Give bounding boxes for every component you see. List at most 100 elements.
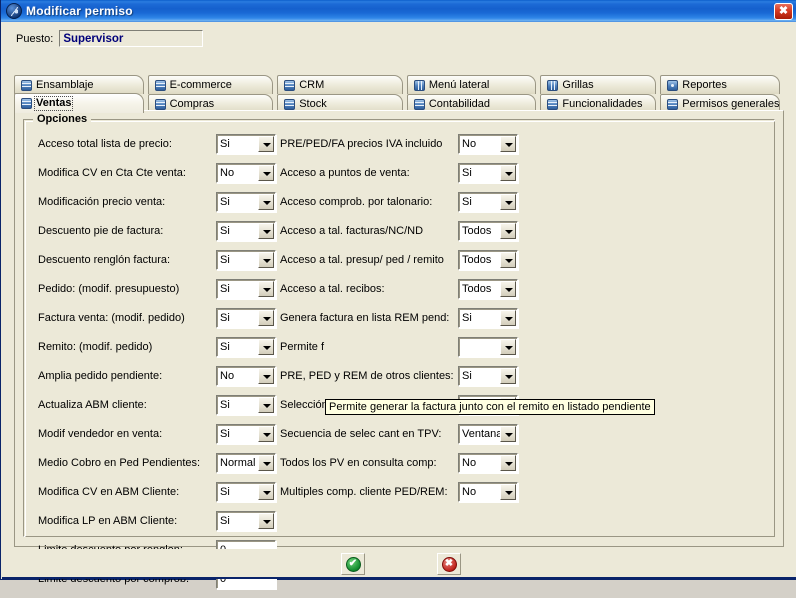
tab-ensamblaje[interactable]: Ensamblaje bbox=[14, 75, 144, 94]
combo-secuencia-de-selec-cant-en-tpv[interactable]: Ventana bbox=[458, 424, 518, 444]
chevron-down-icon[interactable] bbox=[258, 426, 274, 442]
tab-label: Ventas bbox=[33, 96, 74, 111]
combo-value: Si bbox=[220, 283, 230, 295]
combo-todos-los-pv-en-consulta-comp[interactable]: No bbox=[458, 453, 518, 473]
combo-modifica-cv-en-cta-cte-venta[interactable]: No bbox=[216, 163, 276, 183]
combo-modifica-cv-en-abm-cliente[interactable]: Si bbox=[216, 482, 276, 502]
chevron-down-icon[interactable] bbox=[500, 136, 516, 152]
tab-label: E-commerce bbox=[169, 78, 232, 91]
combo-acceso-total-lista-de-precio[interactable]: Si bbox=[216, 134, 276, 154]
accept-button[interactable]: ✔ bbox=[341, 553, 365, 575]
option-row: Modif vendedor en venta: Si bbox=[38, 424, 288, 453]
chevron-down-icon[interactable] bbox=[500, 165, 516, 181]
chevron-down-icon[interactable] bbox=[500, 194, 516, 210]
combo-remito-modif-pedido[interactable]: Si bbox=[216, 337, 276, 357]
combo-modificaci-n-precio-venta[interactable]: Si bbox=[216, 192, 276, 212]
tab-label: Compras bbox=[169, 97, 215, 110]
close-icon[interactable]: ✖ bbox=[774, 2, 793, 20]
chevron-down-icon[interactable] bbox=[258, 194, 274, 210]
combo-genera-factura-en-lista-rem-pend[interactable]: Si bbox=[458, 308, 518, 328]
check-circle-icon: ✔ bbox=[345, 556, 361, 572]
tab-ventas[interactable]: Ventas bbox=[14, 93, 144, 113]
combo-multiples-comp-cliente-ped-rem[interactable]: No bbox=[458, 482, 518, 502]
option-row: Modificación precio venta: Si bbox=[38, 192, 288, 221]
combo-value: No bbox=[220, 370, 235, 382]
chevron-down-icon[interactable] bbox=[258, 513, 274, 529]
chevron-down-icon[interactable] bbox=[500, 426, 516, 442]
combo-medio-cobro-en-ped-pendientes[interactable]: Normal bbox=[216, 453, 276, 473]
groupbox-title: Opciones bbox=[33, 113, 92, 125]
tab-men-lateral[interactable]: Menú lateral bbox=[406, 75, 537, 94]
chevron-down-icon[interactable] bbox=[258, 368, 274, 384]
tab-e-commerce[interactable]: E-commerce bbox=[147, 75, 274, 94]
chevron-down-icon[interactable] bbox=[258, 484, 274, 500]
combo-descuento-pie-de-factura[interactable]: Si bbox=[216, 221, 276, 241]
option-row: PRE, PED y REM de otros clientes: Si bbox=[280, 366, 530, 395]
chevron-down-icon[interactable] bbox=[258, 310, 274, 326]
option-row: Acceso a tal. facturas/NC/ND Todos bbox=[280, 221, 530, 250]
combo-acceso-a-tal-recibos[interactable]: Todos bbox=[458, 279, 518, 299]
chevron-down-icon[interactable] bbox=[258, 223, 274, 239]
chevron-down-icon[interactable] bbox=[258, 397, 274, 413]
cancel-button[interactable]: ✖ bbox=[437, 553, 461, 575]
combo-pre-ped-y-rem-de-otros-clientes[interactable]: Si bbox=[458, 366, 518, 386]
tab-label: Permisos generales bbox=[682, 97, 780, 110]
tab-reportes[interactable]: Reportes bbox=[660, 75, 781, 94]
combo-acceso-a-tal-facturas-nc-nd[interactable]: Todos bbox=[458, 221, 518, 241]
combo-value: Si bbox=[220, 196, 230, 208]
chevron-down-icon[interactable] bbox=[258, 281, 274, 297]
combo-value: Si bbox=[462, 167, 472, 179]
modificar-permiso-window: Modificar permiso ✖ Puesto: Supervisor E… bbox=[0, 0, 796, 589]
combo-descuento-rengl-n-factura[interactable]: Si bbox=[216, 250, 276, 270]
dialog-button-bar: ✔ ✖ bbox=[2, 549, 796, 579]
option-label: Acceso a tal. facturas/NC/ND bbox=[280, 225, 424, 237]
combo-value: No bbox=[462, 138, 477, 150]
tab-grillas[interactable]: Grillas bbox=[540, 75, 657, 94]
option-label: Modificación precio venta: bbox=[38, 196, 166, 208]
tab-label: Ensamblaje bbox=[36, 78, 94, 91]
chevron-down-icon[interactable] bbox=[258, 339, 274, 355]
combo-pedido-modif-presupuesto[interactable]: Si bbox=[216, 279, 276, 299]
chevron-down-icon[interactable] bbox=[500, 310, 516, 326]
window-bottom-edge bbox=[2, 577, 796, 579]
combo-permite-f[interactable] bbox=[458, 337, 518, 357]
tab-crm[interactable]: CRM bbox=[277, 75, 403, 94]
tab-icon-lines-h bbox=[154, 79, 166, 91]
option-row: PRE/PED/FA precios IVA incluido No bbox=[280, 134, 530, 163]
tab-label: Stock bbox=[299, 97, 327, 110]
chevron-down-icon[interactable] bbox=[500, 223, 516, 239]
combo-actualiza-abm-cliente[interactable]: Si bbox=[216, 395, 276, 415]
chevron-down-icon[interactable] bbox=[500, 339, 516, 355]
chevron-down-icon[interactable] bbox=[258, 136, 274, 152]
combo-modifica-lp-en-abm-cliente[interactable]: Si bbox=[216, 511, 276, 531]
option-row: Descuento pie de factura: Si bbox=[38, 221, 288, 250]
chevron-down-icon[interactable] bbox=[258, 455, 274, 471]
combo-value: Si bbox=[220, 254, 230, 266]
combo-acceso-a-puntos-de-venta[interactable]: Si bbox=[458, 163, 518, 183]
combo-amplia-pedido-pendiente[interactable]: No bbox=[216, 366, 276, 386]
cancel-circle-icon: ✖ bbox=[441, 556, 457, 572]
chevron-down-icon[interactable] bbox=[500, 484, 516, 500]
combo-pre-ped-fa-precios-iva-incluido[interactable]: No bbox=[458, 134, 518, 154]
chevron-down-icon[interactable] bbox=[258, 252, 274, 268]
chevron-down-icon[interactable] bbox=[500, 368, 516, 384]
chevron-down-icon[interactable] bbox=[500, 281, 516, 297]
tab-icon-lines-v bbox=[547, 79, 559, 91]
puesto-field[interactable]: Supervisor bbox=[59, 30, 204, 47]
combo-factura-venta-modif-pedido[interactable]: Si bbox=[216, 308, 276, 328]
combo-acceso-a-tal-presup-ped-remito[interactable]: Todos bbox=[458, 250, 518, 270]
combo-value: Si bbox=[462, 370, 472, 382]
combo-value: Si bbox=[220, 399, 230, 411]
option-label: PRE, PED y REM de otros clientes: bbox=[280, 370, 454, 382]
tab-icon-lines-h bbox=[21, 79, 32, 91]
option-row: Acceso a tal. recibos: Todos bbox=[280, 279, 530, 308]
option-row: Descuento renglón factura: Si bbox=[38, 250, 288, 279]
combo-value: Si bbox=[220, 515, 230, 527]
window-title: Modificar permiso bbox=[26, 4, 133, 18]
combo-modif-vendedor-en-venta[interactable]: Si bbox=[216, 424, 276, 444]
chevron-down-icon[interactable] bbox=[500, 252, 516, 268]
chevron-down-icon[interactable] bbox=[258, 165, 274, 181]
combo-value: Si bbox=[220, 486, 230, 498]
chevron-down-icon[interactable] bbox=[500, 455, 516, 471]
combo-acceso-comprob-por-talonario[interactable]: Si bbox=[458, 192, 518, 212]
